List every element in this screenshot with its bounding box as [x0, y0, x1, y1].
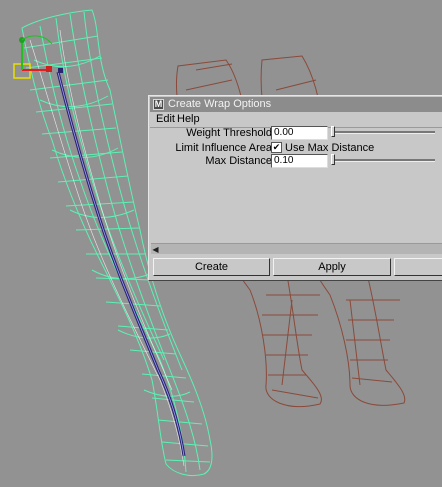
max-distance-slider[interactable]: [332, 159, 435, 162]
weight-threshold-slider-handle[interactable]: [331, 126, 335, 137]
max-distance-row: Max Distance 0.10: [149, 154, 442, 168]
max-distance-field[interactable]: 0.10: [271, 154, 328, 168]
use-max-distance-checkbox[interactable]: ✔: [271, 142, 282, 153]
use-max-distance-label[interactable]: Use Max Distance: [285, 142, 374, 154]
root-joint: [58, 68, 63, 73]
limit-influence-label: Limit Influence Area: [175, 142, 272, 154]
horizontal-scrollbar[interactable]: ◀: [151, 243, 442, 254]
weight-threshold-row: Weight Threshold 0.00: [149, 126, 442, 140]
close-button[interactable]: [394, 258, 442, 276]
x-axis-tip: [46, 66, 52, 72]
weight-threshold-field[interactable]: 0.00: [271, 126, 328, 140]
menu-help[interactable]: Help: [177, 112, 200, 127]
transform-manipulator: [13, 35, 63, 79]
weight-threshold-slider[interactable]: [332, 131, 435, 134]
maya-logo-icon[interactable]: M: [153, 99, 164, 110]
apply-button[interactable]: Apply: [273, 258, 391, 276]
rotate-arc: [21, 35, 53, 45]
weight-threshold-label: Weight Threshold: [186, 127, 272, 139]
scroll-left-arrow-icon[interactable]: ◀: [151, 245, 160, 254]
max-distance-label: Max Distance: [205, 155, 272, 167]
menu-edit[interactable]: Edit: [156, 112, 175, 127]
create-button[interactable]: Create: [153, 258, 270, 276]
create-wrap-options-window: M Create Wrap Options Edit Help Weight T…: [148, 95, 442, 281]
limit-influence-row: Limit Influence Area ✔ Use Max Distance: [149, 141, 442, 155]
max-distance-slider-handle[interactable]: [331, 154, 335, 165]
window-title: Create Wrap Options: [168, 98, 272, 110]
window-titlebar[interactable]: M Create Wrap Options: [150, 97, 442, 112]
